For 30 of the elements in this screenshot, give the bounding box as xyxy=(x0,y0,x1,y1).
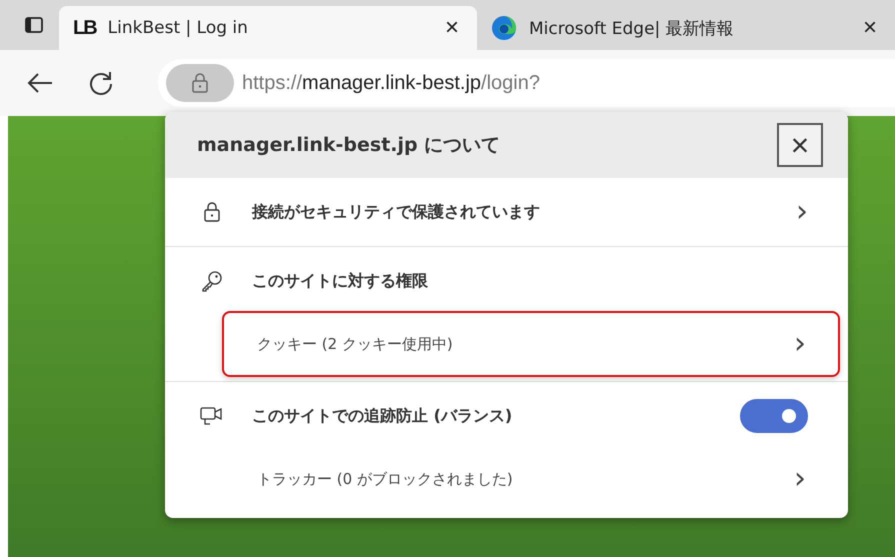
tab-actions-icon xyxy=(24,17,42,33)
chevron-icon: › xyxy=(794,464,806,494)
browser-tab[interactable]: LB LinkBest | Log in × xyxy=(59,6,477,50)
close-button[interactable]: × xyxy=(777,123,823,167)
refresh-icon[interactable] xyxy=(88,70,114,96)
row-label: トラッカー (0 がブロックされました) xyxy=(257,470,514,488)
tab-title: Microsoft Edge| 最新情報 xyxy=(529,18,735,40)
camera-icon xyxy=(200,405,224,427)
popup-title: manager.link-best.jp について xyxy=(197,133,500,158)
submenu-row[interactable]: クッキー (2 クッキー使用中) › xyxy=(222,311,840,377)
close-tab-button[interactable]: × xyxy=(440,14,463,42)
site-logo: LB xyxy=(73,16,96,40)
lock-icon xyxy=(192,73,208,93)
row-label: 接続がセキュリティで保護されています xyxy=(252,202,541,222)
submenu-row[interactable]: トラッカー (0 がブロックされました) › xyxy=(222,446,840,512)
browser-logo-icon xyxy=(491,15,517,41)
chevron-icon: › xyxy=(794,329,806,359)
row-label: クッキー (2 クッキー使用中) xyxy=(257,334,454,354)
site-info-button[interactable] xyxy=(166,64,234,102)
url-text: https://manager.link-best.jp/login? xyxy=(242,72,540,94)
tab-title: LinkBest | Log in xyxy=(108,18,249,38)
row-label: このサイトでの追跡防止 (バランス) xyxy=(252,406,514,426)
close-tab-button[interactable]: × xyxy=(858,14,881,42)
back-icon[interactable] xyxy=(26,72,54,94)
key-icon xyxy=(200,270,224,292)
address-field[interactable]: https://manager.link-best.jp/login? xyxy=(158,59,895,107)
row-label: このサイトに対する権限 xyxy=(252,270,429,292)
chevron-icon: › xyxy=(796,197,808,227)
connection-security-row[interactable]: 接続がセキュリティで保護されています › xyxy=(165,182,848,242)
toggle-switch[interactable] xyxy=(740,399,808,433)
